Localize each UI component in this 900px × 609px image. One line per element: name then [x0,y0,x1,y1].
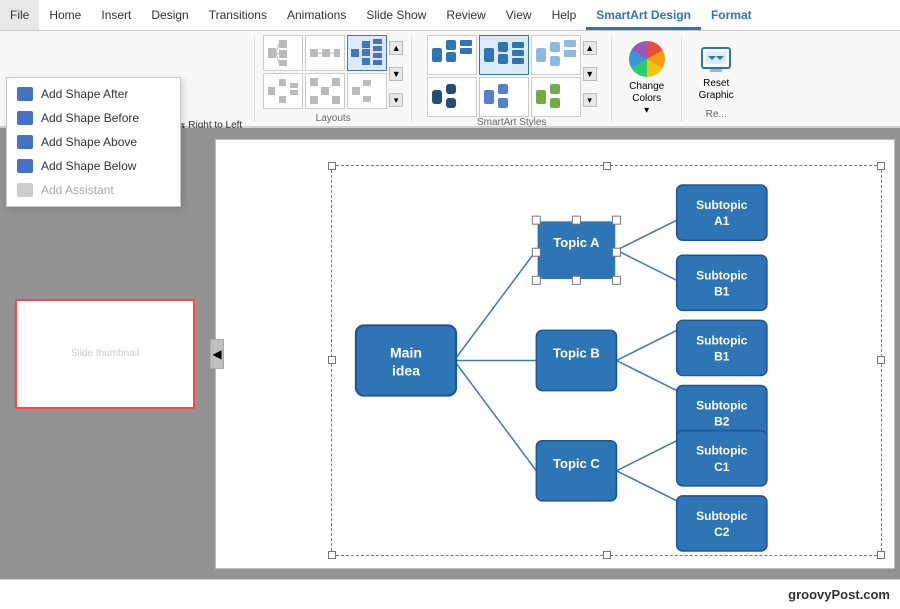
tab-home[interactable]: Home [39,0,91,30]
svg-text:A1: A1 [714,214,730,228]
layouts-group: ▲ ▼ ▾ Layouts [255,35,412,122]
tab-transitions[interactable]: Transitions [199,0,277,30]
tab-review[interactable]: Review [436,0,495,30]
bottom-bar: groovyPost.com [0,579,900,609]
style-item-4[interactable] [427,77,477,117]
slide: Main idea Topic A Topic B Topi [215,139,895,569]
svg-text:C2: C2 [714,524,730,538]
svg-text:B1: B1 [714,349,730,363]
style-item-3[interactable] [531,35,581,75]
layout-scroll: ▲ ▼ ▾ [389,35,403,113]
layouts-content: ▲ ▼ ▾ [263,35,403,113]
layout-scroll-more[interactable]: ▾ [389,93,403,107]
tab-format[interactable]: Format [701,0,762,30]
style-item-1[interactable] [427,35,477,75]
tab-animations[interactable]: Animations [277,0,356,30]
svg-text:Topic C: Topic C [553,455,600,470]
style-item-5[interactable] [479,77,529,117]
layouts-grid [263,35,387,109]
layout-item-6[interactable] [347,73,387,109]
change-colors-group: ChangeColors ▾ [612,35,682,122]
svg-text:Subtopic: Subtopic [696,508,748,522]
ribbon-tab-bar: File Home Insert Design Transitions Anim… [0,0,900,31]
ribbon-content: Add Shape After Add Shape Before Add Sha… [0,31,900,127]
reset-content: ResetGraphic [690,35,742,109]
svg-text:Subtopic: Subtopic [696,398,748,412]
reset-graphic-group: ResetGraphic Re... [682,35,750,122]
styles-list [427,35,581,117]
tab-help[interactable]: Help [542,0,587,30]
styles-row-2 [427,77,581,117]
add-shape-below-item[interactable]: Add Shape Below [7,154,180,178]
smartart-styles-group: ▲ ▼ ▾ SmartArt Styles [412,35,612,122]
groovy-logo: groovyPost.com [788,587,890,602]
slide-thumbnail[interactable]: Slide thumbnail [15,299,195,409]
styles-scroll: ▲ ▼ ▾ [583,35,597,113]
tab-file[interactable]: File [0,0,39,30]
create-graphic-group: Add Shape After Add Shape Before Add Sha… [6,35,255,122]
layout-item-4[interactable] [263,73,303,109]
tab-insert[interactable]: Insert [91,0,141,30]
style-item-6[interactable] [531,77,581,117]
layout-scroll-up[interactable]: ▲ [389,41,403,55]
svg-text:C1: C1 [714,459,730,473]
layout-item-5[interactable] [305,73,345,109]
smartart-styles-content: ▲ ▼ ▾ [427,35,597,117]
change-colors-content: ChangeColors ▾ [621,35,673,122]
styles-scroll-up[interactable]: ▲ [583,41,597,55]
svg-text:Subtopic: Subtopic [696,443,748,457]
slide-canvas-area: ◀ [210,128,900,579]
add-shape-below-icon [17,159,33,173]
reset-graphic-icon [698,42,734,78]
svg-text:B1: B1 [714,284,730,298]
style-item-2[interactable] [479,35,529,75]
add-shape-dropdown: Add Shape After Add Shape Before Add Sha… [6,77,181,207]
add-shape-above-icon [17,135,33,149]
reset-label: Re... [706,109,727,122]
layouts-label: Layouts [316,113,351,126]
layout-item-3[interactable] [347,35,387,71]
ribbon: File Home Insert Design Transitions Anim… [0,0,900,128]
add-shape-before-icon [17,111,33,125]
styles-row-1 [427,35,581,75]
tab-view[interactable]: View [496,0,542,30]
change-colors-button[interactable]: ChangeColors ▾ [621,37,673,120]
reset-graphic-button[interactable]: ResetGraphic [690,38,742,106]
styles-scroll-more[interactable]: ▾ [583,93,597,107]
add-assistant-icon [17,183,33,197]
tab-smartart-design[interactable]: SmartArt Design [586,0,701,30]
svg-text:Subtopic: Subtopic [696,198,748,212]
smartart-svg: Main idea Topic A Topic B Topi [331,165,882,556]
add-shape-after-item[interactable]: Add Shape After [7,82,180,106]
tab-design[interactable]: Design [141,0,198,30]
styles-scroll-down[interactable]: ▼ [583,67,597,81]
layout-item-2[interactable] [305,35,345,71]
tab-slideshow[interactable]: Slide Show [356,0,436,30]
collapse-panel-button[interactable]: ◀ [210,339,224,369]
svg-text:B2: B2 [714,414,730,428]
color-palette-icon [629,41,665,77]
svg-text:Subtopic: Subtopic [696,268,748,282]
add-assistant-item: Add Assistant [7,178,180,202]
svg-text:Topic A: Topic A [553,235,600,250]
svg-text:Main: Main [390,344,422,360]
add-shape-above-item[interactable]: Add Shape Above [7,130,180,154]
svg-text:idea: idea [392,362,420,378]
layout-item-1[interactable] [263,35,303,71]
add-shape-before-item[interactable]: Add Shape Before [7,106,180,130]
svg-text:Topic B: Topic B [553,345,600,360]
layout-scroll-down[interactable]: ▼ [389,67,403,81]
add-shape-after-icon [17,87,33,101]
svg-text:Subtopic: Subtopic [696,333,748,347]
